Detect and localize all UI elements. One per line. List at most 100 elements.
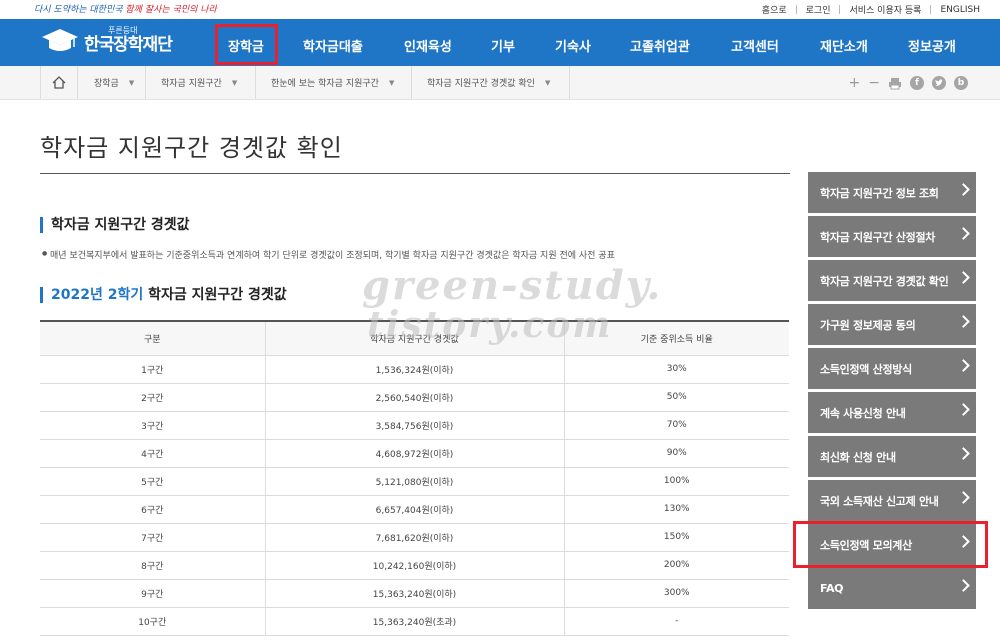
divider bbox=[839, 5, 841, 14]
side-menu-item-5[interactable]: 소득인정액 산정방식 bbox=[808, 348, 976, 389]
side-menu-label: 국외 소득재산 신고제 안내 bbox=[820, 494, 939, 508]
table-row: 10구간 15,363,240원(초과) - bbox=[40, 607, 789, 636]
nav-item-about[interactable]: 재단소개 bbox=[820, 36, 868, 55]
chevron-down-icon: ▼ bbox=[544, 78, 551, 87]
cell-ratio: 150% bbox=[564, 523, 789, 552]
page-title: 학자금 지원구간 경곗값 확인 bbox=[40, 134, 343, 162]
support-tier-table: 구분 학자금 지원구간 경곗값 기준 중위소득 비율 1구간 1,536,324원… bbox=[40, 320, 789, 636]
nav-item-talent[interactable]: 인재육성 bbox=[404, 36, 452, 55]
watermark-line-1: green-study. bbox=[362, 262, 663, 309]
side-menu-item-10[interactable]: FAQ bbox=[808, 568, 976, 609]
table-row: 3구간 3,584,756원(이하) 70% bbox=[40, 411, 789, 440]
cell-ratio: 30% bbox=[564, 355, 789, 384]
table-row: 6구간 6,657,404원(이하) 130% bbox=[40, 495, 789, 524]
top-utility-bar: 다시 도약하는 대한민국 함께 잘사는 국민의 나라 홈으로 로그인 서비스 이… bbox=[0, 0, 1000, 19]
chevron-right-icon bbox=[957, 359, 970, 372]
title-divider bbox=[40, 173, 790, 174]
slogan-part-1: 다시 도약하는 대한민국 bbox=[34, 5, 123, 15]
side-menu-label: 학자금 지원구간 경곗값 확인 bbox=[820, 274, 949, 288]
table-row: 8구간 10,242,160원(이하) 200% bbox=[40, 551, 789, 580]
side-menu-item-8[interactable]: 국외 소득재산 신고제 안내 bbox=[808, 480, 976, 521]
link-english[interactable]: ENGLISH bbox=[940, 5, 980, 15]
logo-small-text: 푸른등대 bbox=[108, 25, 138, 35]
link-login[interactable]: 로그인 bbox=[806, 3, 831, 16]
breadcrumb-label: 학자금 지원구간 bbox=[161, 79, 222, 89]
breadcrumb-item-3[interactable]: 한눈에 보는 학자금 지원구간 ▼ bbox=[256, 66, 412, 99]
utility-links: 홈으로 로그인 서비스 이용자 등록 ENGLISH bbox=[762, 3, 980, 17]
breadcrumb-item-4[interactable]: 학자금 지원구간 경곗값 확인 ▼ bbox=[412, 66, 570, 99]
main-nav: 푸른등대 한국장학재단 장학금 학자금대출 인재육성 기부 기숙사 고졸취업관 … bbox=[0, 19, 1000, 66]
side-menu-item-4[interactable]: 가구원 정보제공 동의 bbox=[808, 304, 976, 345]
cell-ratio: 90% bbox=[564, 439, 789, 468]
table-row: 9구간 15,363,240원(이하) 300% bbox=[40, 579, 789, 608]
chevron-right-icon bbox=[957, 491, 970, 504]
side-menu-item-2[interactable]: 학자금 지원구간 산정절차 bbox=[808, 216, 976, 257]
cell-threshold: 15,363,240원(이하) bbox=[265, 579, 565, 608]
page-tools: + − f b bbox=[849, 75, 968, 91]
twitter-icon[interactable] bbox=[932, 76, 946, 90]
cell-tier: 10구간 bbox=[40, 607, 266, 636]
section-heading-text: 학자금 지원구간 경곗값 bbox=[148, 287, 287, 303]
breadcrumb-label: 장학금 bbox=[94, 79, 119, 89]
nav-item-customer-center[interactable]: 고객센터 bbox=[731, 36, 779, 55]
cell-tier: 6구간 bbox=[40, 495, 266, 524]
cell-tier: 8구간 bbox=[40, 551, 266, 580]
slogan: 다시 도약하는 대한민국 함께 잘사는 국민의 나라 bbox=[34, 2, 217, 15]
cell-ratio: 100% bbox=[564, 467, 789, 496]
facebook-icon[interactable]: f bbox=[910, 76, 924, 90]
cell-tier: 7구간 bbox=[40, 523, 266, 552]
cell-tier: 3구간 bbox=[40, 411, 266, 440]
cell-threshold: 1,536,324원(이하) bbox=[265, 355, 565, 384]
chevron-down-icon: ▼ bbox=[388, 78, 395, 87]
table-row: 2구간 2,560,540원(이하) 50% bbox=[40, 383, 789, 412]
nav-item-donation[interactable]: 기부 bbox=[491, 36, 515, 55]
highlight-box-nav bbox=[215, 24, 278, 65]
cell-ratio: 130% bbox=[564, 495, 789, 524]
breadcrumb-item-2[interactable]: 학자금 지원구간 ▼ bbox=[146, 66, 256, 99]
chevron-right-icon bbox=[957, 579, 970, 592]
link-home[interactable]: 홈으로 bbox=[762, 3, 787, 16]
description-note: 매년 보건복지부에서 발표하는 기준중위소득과 연계하여 학기 단위로 경곗값이… bbox=[42, 248, 615, 261]
chevron-right-icon bbox=[957, 403, 970, 416]
side-menu-item-6[interactable]: 계속 사용신청 안내 bbox=[808, 392, 976, 433]
side-menu-item-7[interactable]: 최신화 신청 안내 bbox=[808, 436, 976, 477]
col-header-tier: 구분 bbox=[40, 320, 266, 356]
link-register[interactable]: 서비스 이용자 등록 bbox=[849, 3, 921, 16]
side-menu-label: 최신화 신청 안내 bbox=[820, 450, 896, 464]
chevron-right-icon bbox=[957, 315, 970, 328]
side-menu-item-1[interactable]: 학자금 지원구간 정보 조회 bbox=[808, 172, 976, 213]
cell-threshold: 6,657,404원(이하) bbox=[265, 495, 565, 524]
zoom-out-icon[interactable]: − bbox=[868, 75, 880, 91]
logo[interactable]: 푸른등대 한국장학재단 bbox=[40, 25, 173, 55]
chevron-right-icon bbox=[957, 271, 970, 284]
nav-item-dormitory[interactable]: 기숙사 bbox=[555, 36, 591, 55]
cell-tier: 5구간 bbox=[40, 467, 266, 496]
chevron-down-icon: ▼ bbox=[231, 78, 238, 87]
side-menu-label: 학자금 지원구간 산정절차 bbox=[820, 230, 936, 244]
logo-title: 한국장학재단 bbox=[84, 34, 173, 55]
table-row: 1구간 1,536,324원(이하) 30% bbox=[40, 355, 789, 384]
graduation-cap-icon bbox=[42, 29, 78, 51]
cell-threshold: 2,560,540원(이하) bbox=[265, 383, 565, 412]
cell-tier: 2구간 bbox=[40, 383, 266, 412]
nav-item-loan[interactable]: 학자금대출 bbox=[303, 36, 363, 55]
side-menu-item-3[interactable]: 학자금 지원구간 경곗값 확인 bbox=[808, 260, 976, 301]
side-menu-label: 계속 사용신청 안내 bbox=[820, 406, 906, 420]
cell-threshold: 4,608,972원(이하) bbox=[265, 439, 565, 468]
slogan-part-2: 함께 잘사는 bbox=[125, 5, 170, 15]
cell-threshold: 10,242,160원(이하) bbox=[265, 551, 565, 580]
slogan-part-3: 국민의 나라 bbox=[172, 5, 217, 15]
divider bbox=[795, 5, 797, 14]
divider bbox=[930, 5, 932, 14]
cell-ratio: 200% bbox=[564, 551, 789, 580]
cell-tier: 1구간 bbox=[40, 355, 266, 384]
zoom-in-icon[interactable]: + bbox=[849, 75, 861, 91]
nav-item-disclosure[interactable]: 정보공개 bbox=[908, 36, 956, 55]
nav-item-jobs[interactable]: 고졸취업관 bbox=[630, 36, 690, 55]
breadcrumb-label: 한눈에 보는 학자금 지원구간 bbox=[271, 79, 379, 89]
blog-icon[interactable]: b bbox=[954, 76, 968, 90]
breadcrumb-item-1[interactable]: 장학금 ▼ bbox=[79, 66, 146, 99]
table-row: 7구간 7,681,620원(이하) 150% bbox=[40, 523, 789, 552]
print-icon[interactable] bbox=[888, 77, 902, 90]
home-button[interactable] bbox=[40, 66, 78, 99]
